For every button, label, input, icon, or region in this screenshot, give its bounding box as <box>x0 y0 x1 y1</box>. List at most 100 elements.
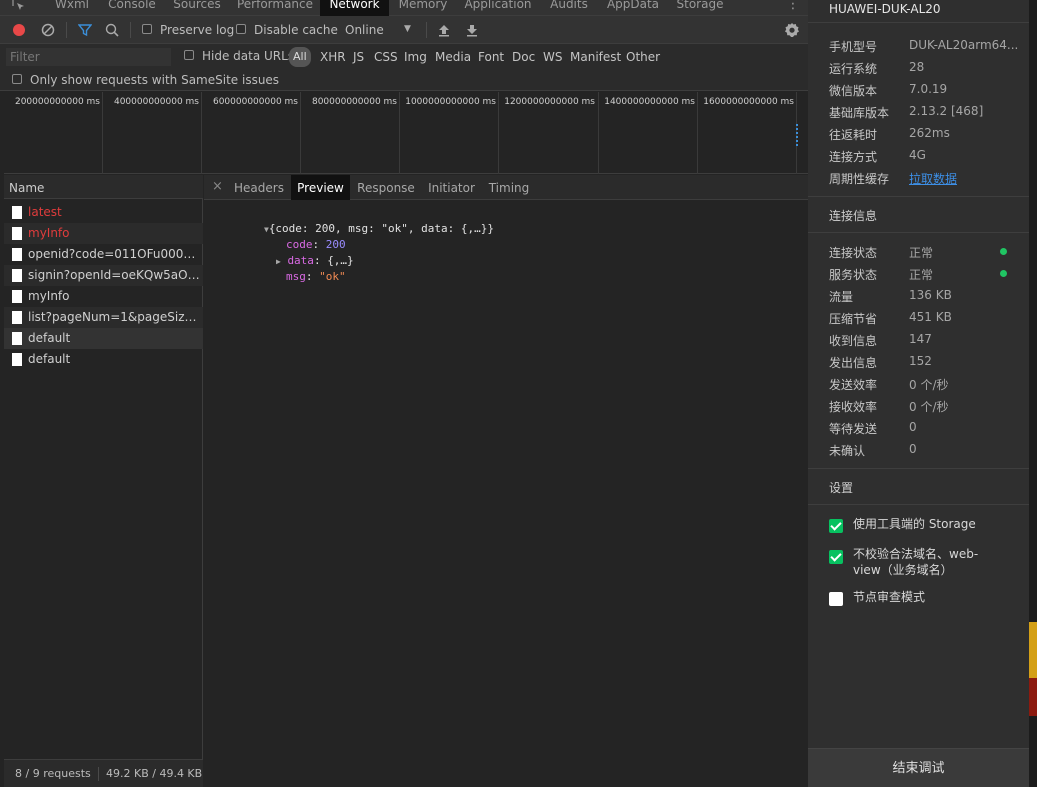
conn-value: 正常 <box>909 268 934 282</box>
filter-type-font[interactable]: Font <box>478 48 504 66</box>
toolbar-divider <box>66 22 67 38</box>
request-row[interactable]: myInfo <box>4 286 203 307</box>
request-row[interactable]: openid?code=011OFu000Nb3... <box>4 244 203 265</box>
more-menu-icon[interactable]: ⋮ <box>786 0 800 16</box>
skip-domain-check-checkbox[interactable] <box>829 550 843 564</box>
tab-wxml[interactable]: Wxml <box>46 0 98 16</box>
use-storage-checkbox[interactable] <box>829 519 843 533</box>
preserve-log-checkbox[interactable] <box>142 24 152 34</box>
record-icon[interactable] <box>12 23 26 37</box>
network-status-bar: 8 / 9 requests 49.2 KB / 49.4 KB <box>4 759 203 787</box>
filter-type-all[interactable]: All <box>289 47 311 67</box>
filter-type-manifest[interactable]: Manifest <box>570 48 621 66</box>
timeline-overview[interactable]: 200000000000 ms 400000000000 ms 60000000… <box>4 92 808 174</box>
samesite-label: Only show requests with SameSite issues <box>30 73 280 87</box>
tab-appdata[interactable]: AppData <box>600 0 666 16</box>
tab-timing[interactable]: Timing <box>486 175 532 200</box>
conn-key: 发出信息 <box>829 356 878 370</box>
info-value: 2.13.2 [468] <box>909 104 984 118</box>
hide-data-urls-checkbox[interactable] <box>184 50 194 60</box>
filter-icon[interactable] <box>78 23 92 37</box>
filter-type-doc[interactable]: Doc <box>512 48 535 66</box>
timeline-request-bar <box>796 124 799 146</box>
filter-type-media[interactable]: Media <box>435 48 471 66</box>
conn-key: 等待发送 <box>829 422 878 436</box>
request-count: 8 / 9 requests <box>15 767 91 780</box>
throttling-select[interactable]: Online <box>345 23 384 37</box>
skip-domain-check-label: 不校验合法域名、web-view（业务域名） <box>853 547 979 577</box>
filter-type-js[interactable]: JS <box>353 48 364 66</box>
import-har-icon[interactable] <box>437 23 451 37</box>
chevron-down-icon[interactable]: ▼ <box>404 24 411 34</box>
tab-console[interactable]: Console <box>102 0 162 16</box>
node-inspect-label: 节点审查模式 <box>853 590 926 604</box>
tab-preview[interactable]: Preview <box>291 175 350 200</box>
background-window-fragment <box>1029 622 1037 678</box>
file-icon <box>12 206 22 219</box>
conn-key: 连接状态 <box>829 246 878 260</box>
request-name: openid?code=011OFu000Nb3... <box>28 247 203 261</box>
request-detail: × Headers Preview Response Initiator Tim… <box>204 175 808 787</box>
filter-type-other[interactable]: Other <box>626 48 660 66</box>
tab-audits[interactable]: Audits <box>543 0 595 16</box>
close-icon[interactable]: × <box>212 179 223 194</box>
conn-value: 0 <box>909 442 917 456</box>
tab-sources[interactable]: Sources <box>166 0 228 16</box>
conn-key: 服务状态 <box>829 268 878 282</box>
preserve-log-label: Preserve log <box>160 23 235 37</box>
panel-divider <box>808 468 1029 469</box>
tab-memory[interactable]: Memory <box>393 0 453 16</box>
request-row[interactable]: latest <box>4 202 203 223</box>
request-row[interactable]: default <box>4 349 203 370</box>
toolbar-divider <box>426 22 427 38</box>
timeline-tick-label: 1600000000000 ms <box>703 97 794 107</box>
info-key: 周期性缓存 <box>829 172 890 186</box>
info-value: DUK-AL20arm64... <box>909 38 1019 52</box>
filter-type-xhr[interactable]: XHR <box>320 48 346 66</box>
background-window-edge <box>1029 0 1037 787</box>
gear-icon[interactable] <box>784 22 800 38</box>
request-name: default <box>28 331 71 345</box>
filter-type-ws[interactable]: WS <box>543 48 562 66</box>
conn-key: 未确认 <box>829 444 866 458</box>
search-icon[interactable] <box>105 23 119 37</box>
end-debug-button[interactable]: 结束调试 <box>808 748 1029 787</box>
info-key: 手机型号 <box>829 40 878 54</box>
request-name: signin?openId=oeKQw5aOqlY... <box>28 268 203 282</box>
tab-performance[interactable]: Performance <box>232 0 318 16</box>
export-har-icon[interactable] <box>465 23 479 37</box>
filter-input[interactable] <box>6 48 171 66</box>
request-row[interactable]: list?pageNum=1&pageSize=15 <box>4 307 203 328</box>
tab-initiator[interactable]: Initiator <box>424 175 479 200</box>
clear-icon[interactable] <box>41 23 55 37</box>
conn-value: 136 KB <box>909 288 952 302</box>
tab-response[interactable]: Response <box>355 175 417 200</box>
panel-divider <box>808 196 1029 197</box>
disable-cache-checkbox[interactable] <box>236 24 246 34</box>
filter-type-img[interactable]: Img <box>404 48 427 66</box>
tab-application[interactable]: Application <box>458 0 538 16</box>
name-column-header[interactable]: Name <box>4 175 203 199</box>
info-key: 连接方式 <box>829 150 878 164</box>
json-root[interactable]: ▼{code: 200, msg: "ok", data: {,…}} <box>211 205 494 235</box>
timeline-tick-label: 400000000000 ms <box>113 97 199 107</box>
tab-headers[interactable]: Headers <box>232 175 286 200</box>
request-row[interactable]: myInfo <box>4 223 203 244</box>
request-row[interactable]: signin?openId=oeKQw5aOqlY... <box>4 265 203 286</box>
json-data[interactable]: ▶ data: {,…} <box>223 237 354 267</box>
pull-data-link[interactable]: 拉取数据 <box>909 170 957 187</box>
devtools-tabbar: Wxml Console Sources Performance Network… <box>0 0 808 16</box>
conn-value: 0 个/秒 <box>909 400 949 414</box>
tab-storage[interactable]: Storage <box>671 0 729 16</box>
hide-data-urls-label: Hide data URLs <box>202 49 295 63</box>
conn-key: 接收效率 <box>829 400 878 414</box>
conn-key: 收到信息 <box>829 334 878 348</box>
filter-type-css[interactable]: CSS <box>374 48 398 66</box>
conn-value: 正常 <box>909 246 934 260</box>
tab-network[interactable]: Network <box>320 0 389 16</box>
request-row-selected[interactable]: default <box>4 328 203 349</box>
samesite-checkbox[interactable] <box>12 74 22 84</box>
file-icon <box>12 332 22 345</box>
node-inspect-checkbox[interactable] <box>829 592 843 606</box>
inspect-element-icon[interactable] <box>12 0 26 12</box>
